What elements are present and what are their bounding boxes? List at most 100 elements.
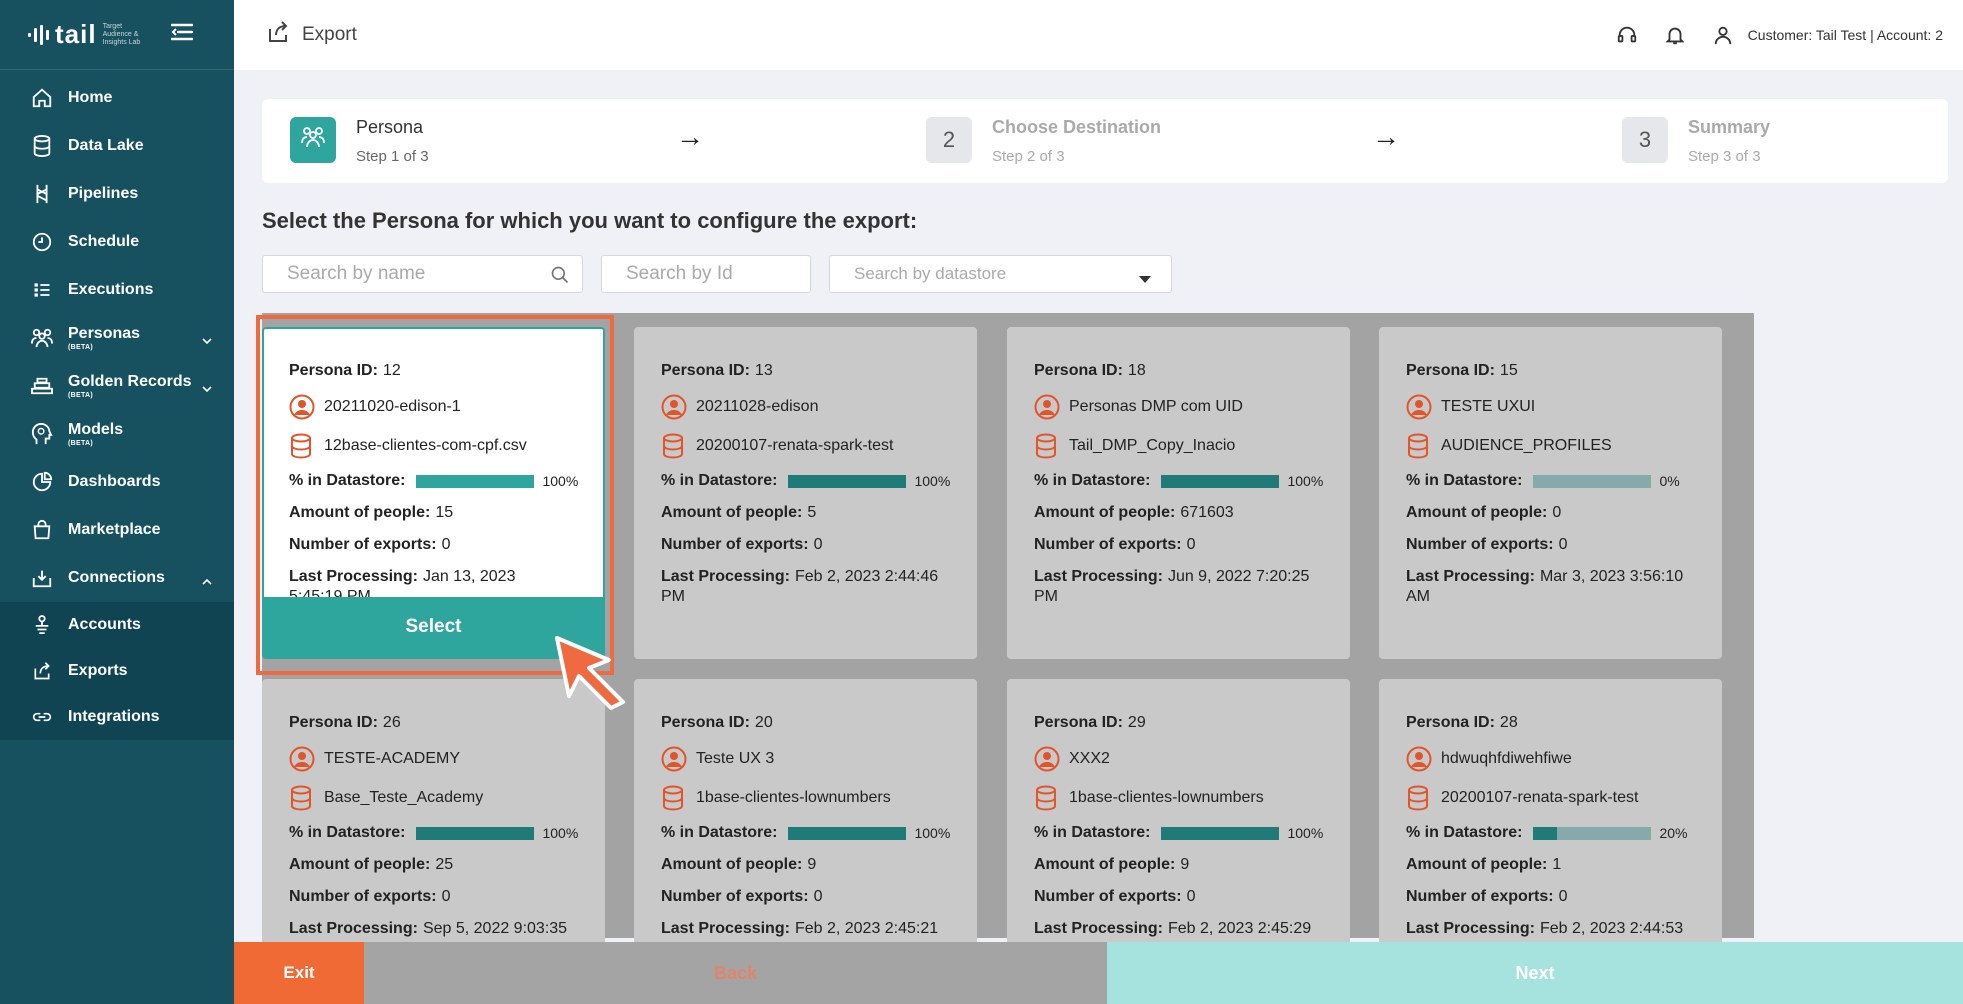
last-label: Last Processing: bbox=[661, 920, 790, 937]
sidebar-item-connections[interactable]: Connections bbox=[0, 554, 234, 602]
pct-progress-bar bbox=[788, 826, 907, 840]
exports-label: Number of exports: bbox=[1034, 888, 1182, 905]
datastore-select[interactable]: Search by datastore bbox=[829, 255, 1172, 293]
persona-id-row: Persona ID: 13 bbox=[661, 355, 977, 387]
sidebar-item-label: Connections bbox=[68, 569, 165, 586]
sidebar-item-label: Schedule bbox=[68, 233, 140, 250]
sidebar-item-schedule[interactable]: Schedule bbox=[0, 218, 234, 266]
shopping-bag-icon bbox=[30, 518, 54, 542]
persona-pct-row: % in Datastore: 100% bbox=[661, 465, 977, 497]
headset-icon[interactable] bbox=[1616, 24, 1638, 46]
step-persona[interactable]: Persona Step 1 of 3 bbox=[290, 117, 429, 165]
caret-down-icon bbox=[1139, 269, 1151, 289]
account-info[interactable]: Customer: Tail Test | Account: 2 bbox=[1748, 27, 1943, 43]
last-label: Last Processing: bbox=[1406, 568, 1535, 585]
step-choose-destination[interactable]: 2 Choose Destination Step 2 of 3 bbox=[926, 117, 1161, 165]
footer-bar: Exit Back Next bbox=[234, 942, 1963, 1004]
sidebar-item-golden-records[interactable]: Golden Records (BETA) bbox=[0, 362, 234, 410]
database-icon bbox=[1406, 433, 1432, 459]
persona-id-label: Persona ID: bbox=[661, 362, 750, 379]
last-label: Last Processing: bbox=[1034, 920, 1163, 937]
sidebar-item-label: Dashboards bbox=[68, 473, 161, 490]
persona-name: XXX2 bbox=[1069, 749, 1110, 767]
sidebar-item-exports[interactable]: Exports bbox=[0, 648, 234, 694]
chevron-down-icon[interactable] bbox=[202, 332, 212, 350]
sidebar-item-home[interactable]: Home bbox=[0, 74, 234, 122]
persona-name: Personas DMP com UID bbox=[1069, 397, 1243, 415]
persona-amount-row: Amount of people: 25 bbox=[289, 849, 605, 881]
pct-progress-bar bbox=[1533, 826, 1652, 840]
persona-name: Teste UX 3 bbox=[696, 749, 775, 767]
sidebar-item-label: Models (BETA) bbox=[68, 421, 123, 447]
step-sub: Step 1 of 3 bbox=[356, 148, 429, 165]
persona-id-value: 18 bbox=[1127, 362, 1146, 379]
bell-icon[interactable] bbox=[1664, 24, 1686, 46]
head-icon bbox=[30, 422, 54, 446]
persona-id-label: Persona ID: bbox=[289, 714, 378, 731]
persona-pct-row: % in Datastore: 20% bbox=[1406, 817, 1722, 849]
sidebar-item-data-lake[interactable]: Data Lake bbox=[0, 122, 234, 170]
instruction-heading: Select the Persona for which you want to… bbox=[262, 208, 918, 233]
brand-tagline: Target Audience & Insights Lab bbox=[102, 22, 141, 46]
beta-badge: (BETA) bbox=[68, 440, 93, 447]
logo[interactable]: tail bbox=[28, 19, 97, 50]
sidebar-item-pipelines[interactable]: Pipelines bbox=[0, 170, 234, 218]
chevron-down-icon[interactable] bbox=[202, 380, 212, 398]
persona-card[interactable]: Persona ID: 18 Personas DMP com UID Tail_DM… bbox=[1007, 327, 1350, 659]
persona-pct-row: % in Datastore: 100% bbox=[1034, 465, 1350, 497]
sidebar-item-marketplace[interactable]: Marketplace bbox=[0, 506, 234, 554]
persona-card[interactable]: Persona ID: 15 TESTE UXUI AUDIENCE_PROFILES… bbox=[1379, 327, 1722, 659]
database-icon bbox=[1406, 785, 1432, 811]
persona-pct-row: % in Datastore: 100% bbox=[1034, 817, 1350, 849]
exports-value: 0 bbox=[1186, 888, 1196, 905]
amount-value: 25 bbox=[435, 856, 454, 873]
exit-button[interactable]: Exit bbox=[234, 942, 364, 1004]
persona-amount-row: Amount of people: 9 bbox=[1034, 849, 1350, 881]
persona-amount-row: Amount of people: 671603 bbox=[1034, 497, 1350, 529]
persona-name-row: Personas DMP com UID bbox=[1034, 387, 1350, 426]
step-summary[interactable]: 3 Summary Step 3 of 3 bbox=[1622, 117, 1770, 165]
persona-id-value: 20 bbox=[754, 714, 773, 731]
brand-name: tail bbox=[55, 19, 97, 49]
persona-id-label: Persona ID: bbox=[1406, 362, 1495, 379]
sidebar-item-models[interactable]: Models (BETA) bbox=[0, 410, 234, 458]
exports-value: 0 bbox=[1186, 536, 1196, 553]
persona-name-row: TESTE-ACADEMY bbox=[289, 739, 605, 778]
sidebar-item-integrations[interactable]: Integrations bbox=[0, 694, 234, 740]
persona-id-label: Persona ID: bbox=[661, 714, 750, 731]
step-name: Summary bbox=[1688, 117, 1771, 137]
pct-progress-bar bbox=[1161, 474, 1280, 488]
persona-datastore-row: 1base-clientes-lownumbers bbox=[1034, 778, 1350, 817]
sidebar-item-label: Marketplace bbox=[68, 521, 161, 538]
next-button[interactable]: Next bbox=[1107, 942, 1963, 1004]
persona-name-row: 20211028-edison bbox=[661, 387, 977, 426]
sidebar-item-personas[interactable]: Personas (BETA) bbox=[0, 314, 234, 362]
user-circle-icon bbox=[1034, 746, 1060, 772]
sidebar-item-executions[interactable]: Executions bbox=[0, 266, 234, 314]
user-icon[interactable] bbox=[1712, 24, 1734, 46]
export-icon bbox=[30, 659, 54, 683]
pct-label: % in Datastore: bbox=[1034, 824, 1151, 841]
database-icon bbox=[661, 785, 687, 811]
persona-amount-row: Amount of people: 9 bbox=[661, 849, 977, 881]
amount-label: Amount of people: bbox=[1406, 856, 1548, 873]
sidebar: tail Target Audience & Insights Lab Home… bbox=[0, 0, 234, 1004]
sidebar-item-dashboards[interactable]: Dashboards bbox=[0, 458, 234, 506]
persona-exports-row: Number of exports: 0 bbox=[1406, 881, 1722, 913]
search-name-input[interactable]: Search by name bbox=[262, 255, 583, 293]
sidebar-item-accounts[interactable]: Accounts bbox=[0, 602, 234, 648]
last-label: Last Processing: bbox=[289, 920, 418, 937]
back-button[interactable]: Back bbox=[364, 942, 1107, 1004]
chevron-up-icon[interactable] bbox=[202, 572, 212, 590]
pct-progress-bar bbox=[788, 474, 907, 488]
menu-toggle-icon[interactable] bbox=[170, 23, 193, 46]
persona-datastore-row: Base_Teste_Academy bbox=[289, 778, 605, 817]
stepper: Persona Step 1 of 3 → 2 Choose Destinati… bbox=[262, 99, 1948, 183]
pct-label: % in Datastore: bbox=[1406, 824, 1523, 841]
pct-label: % in Datastore: bbox=[1406, 472, 1523, 489]
sidebar-item-label: Data Lake bbox=[68, 137, 144, 154]
step-badge: 3 bbox=[1622, 117, 1668, 163]
persona-card[interactable]: Persona ID: 13 20211028-edison 20200107-ren… bbox=[634, 327, 977, 659]
exports-value: 0 bbox=[1558, 888, 1568, 905]
search-id-input[interactable]: Search by Id bbox=[601, 255, 811, 293]
